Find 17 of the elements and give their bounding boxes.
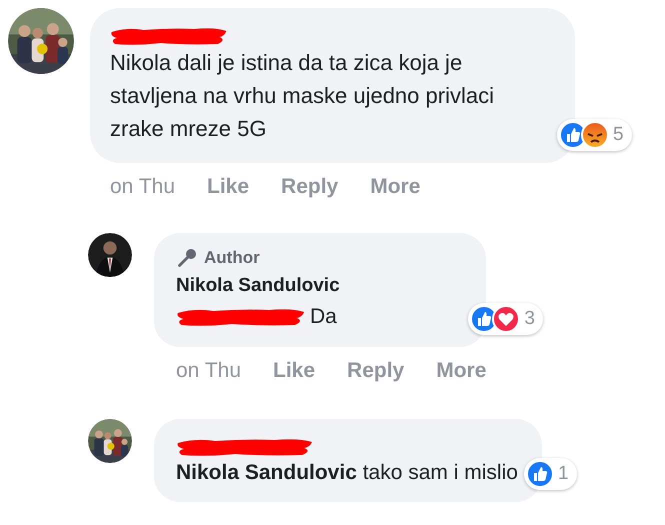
action-link[interactable]: More bbox=[370, 175, 420, 199]
author-label: Author bbox=[204, 248, 260, 268]
comment-text: Da bbox=[310, 304, 337, 330]
comment-text: Nikola Sandulovic tako sam i mislio bbox=[176, 460, 518, 486]
reaction-summary[interactable]: 3 bbox=[468, 302, 543, 334]
action-link[interactable]: Reply bbox=[347, 358, 404, 382]
reaction-summary[interactable]: 1 bbox=[524, 458, 577, 490]
comment-time: on Thu bbox=[110, 175, 175, 199]
action-link[interactable]: Reply bbox=[281, 175, 338, 199]
author-name[interactable]: Nikola Sandulovic bbox=[176, 275, 462, 297]
action-link[interactable]: Like bbox=[207, 175, 250, 199]
action-link[interactable]: More bbox=[436, 358, 486, 382]
comment-time: on Thu bbox=[176, 358, 241, 382]
microphone-icon bbox=[176, 247, 198, 269]
comment-text: Nikola dali je istina da ta zica koja je stavljena na vrhu maske ujedno privlaci zrake mreze 5G bbox=[110, 49, 495, 143]
action-link[interactable]: Like bbox=[273, 358, 316, 382]
reaction-summary[interactable]: 5 bbox=[557, 119, 632, 151]
